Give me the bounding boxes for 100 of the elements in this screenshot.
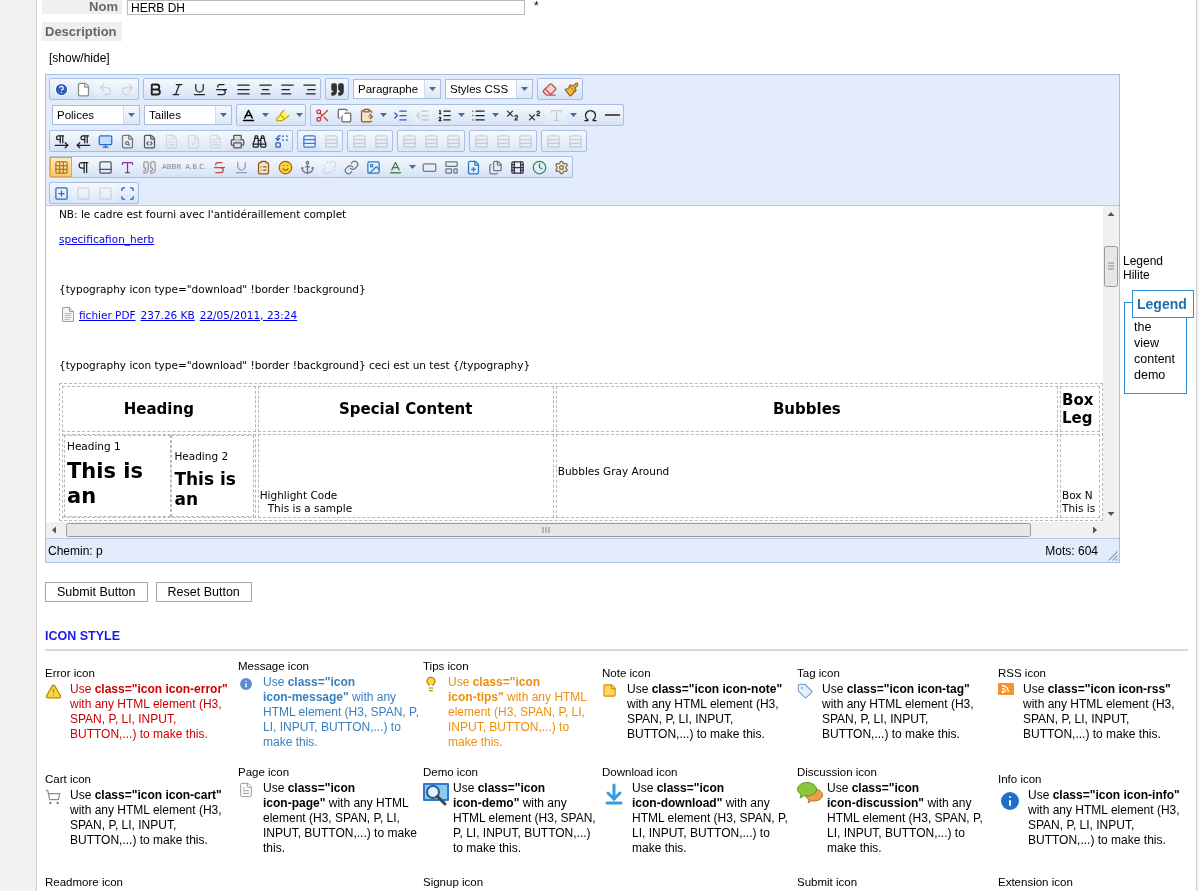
indent-icon [392,107,408,123]
editor-text: {typography icon type="download" !border !background} ceci est un test {/typography} [59,358,531,372]
toolbar-select[interactable]: Styles CSS [445,79,533,99]
cell-text: Box N [1062,489,1093,502]
icon-title: Submit icon [797,875,858,889]
tag-icon [797,683,813,699]
info-icon [238,675,254,692]
icon-title: Page icon [238,764,290,779]
icon-description: Use class="icon icon-tag" with any HTML element (H3, SPAN, P, LI, INPUT, BUTTON,...) to make this. [822,682,975,742]
grid-icon [53,159,69,175]
vertical-scrollbar[interactable] [1103,206,1119,522]
download-link[interactable]: 22/05/2011, 23:24 [199,307,298,322]
document-icon [62,307,74,322]
align-center-icon [257,81,273,97]
code-text: This is a sample [267,502,353,515]
toolbar-select[interactable]: Tailles [144,105,232,125]
film-icon [509,159,525,175]
table-icon [351,133,367,149]
underline-icon [233,159,249,175]
numbered-list-icon [436,107,452,123]
image-icon [365,159,381,175]
legend-text: the view content demo [1134,319,1176,383]
files-icon [487,159,503,175]
link-icon [343,159,359,175]
caret-icon [128,113,135,117]
icon-title: Demo icon [423,764,478,779]
quote-icon [329,81,345,97]
bullet-list-icon [470,107,486,123]
element-path: Chemin: p [48,543,104,558]
caret-icon [521,87,528,91]
clipboard-list-icon [255,159,271,175]
section-heading: ICON STYLE [45,629,120,643]
anchor-icon [299,159,315,175]
redo-icon [119,81,135,97]
toolbar-select[interactable]: Polices [52,105,140,125]
type-icon [119,159,135,175]
heading-text: This is an [67,459,144,510]
icon-title: Signup icon [423,875,484,889]
copy-icon [336,107,352,123]
show-hide-toggle[interactable]: [show/hide] [49,51,110,65]
eraser-icon [541,81,557,97]
column-header: Special Content [257,386,554,432]
reset-button[interactable]: Reset Button [155,582,252,602]
table-icon [423,133,439,149]
panel-icon [97,159,113,175]
icon-description: Use class="icon icon-message" with any HTML element (H3, SPAN, P, LI, INPUT, BUTTON,...) to make this. [263,674,420,750]
required-mark: * [534,0,539,12]
sticky-note-icon [602,683,617,698]
icon-title: Extension icon [998,875,1073,889]
pilcrow-right-icon [53,133,69,149]
warning-icon [45,683,62,700]
icon-title: Note icon [602,666,651,680]
strikethrough-icon [211,159,227,175]
resize-grip-icon[interactable] [1107,550,1118,561]
layout-icon [443,159,459,175]
horizontal-scrollbar[interactable] [46,522,1103,538]
rss-icon [998,683,1014,695]
caret-icon [457,113,465,117]
square-icon [97,185,113,201]
align-left-icon [279,81,295,97]
quote-button[interactable] [325,78,349,100]
legend-title: Legend [1132,290,1194,318]
icon-title: Download icon [602,764,678,779]
info-icon [998,789,1022,813]
help-icon [53,81,69,97]
caret-icon [295,113,303,117]
type-icon [548,107,564,123]
clipboard-icon [358,107,374,123]
toolbar-select[interactable]: Paragraphe [353,79,441,99]
table-icon [473,133,489,149]
smiley-icon [277,159,293,175]
page-icon [238,781,254,798]
speech-bubbles-icon [797,781,823,804]
word-count: Mots: 604 [1045,543,1098,558]
icon-description: Use class="icon icon-error" with any HTML element (H3, SPAN, P, LI, INPUT, BUTTON,...) to make this. [70,682,229,742]
cell-label: Highlight Code [259,489,338,502]
subscript-icon [504,107,520,123]
caret-icon [220,113,227,117]
submit-button[interactable]: Submit Button [45,582,148,602]
magnifier-screen-icon [423,781,449,806]
superscript-icon [526,107,542,123]
horizontal-line-icon [604,114,620,116]
icon-description: Use class="icon icon-page" with any HTML element (H3, SPAN, P, LI, INPUT, BUTTON,...) to make this. [263,780,418,856]
legend-hilite-text: Legend Hilite [1122,254,1165,282]
document-icon [207,133,223,149]
download-link[interactable]: 237.26 KB [140,307,195,322]
spelling-icon [387,159,403,175]
caret-icon [429,87,436,91]
download-link[interactable]: fichier PDF [79,307,136,322]
align-justify-icon [235,81,251,97]
document-link[interactable]: specificafion_herb [59,233,155,245]
name-field[interactable]: HERB DH [127,0,525,15]
replace-icon [273,133,289,149]
pilcrow-left-icon [75,133,91,149]
editor-text: NB: le cadre est fourni avec l'antidéraillement complet [59,207,347,221]
table-icon [301,133,317,149]
clock-icon [531,159,547,175]
caret-icon [379,113,387,117]
cart-icon [45,789,61,805]
icon-title: Tag icon [797,666,840,680]
